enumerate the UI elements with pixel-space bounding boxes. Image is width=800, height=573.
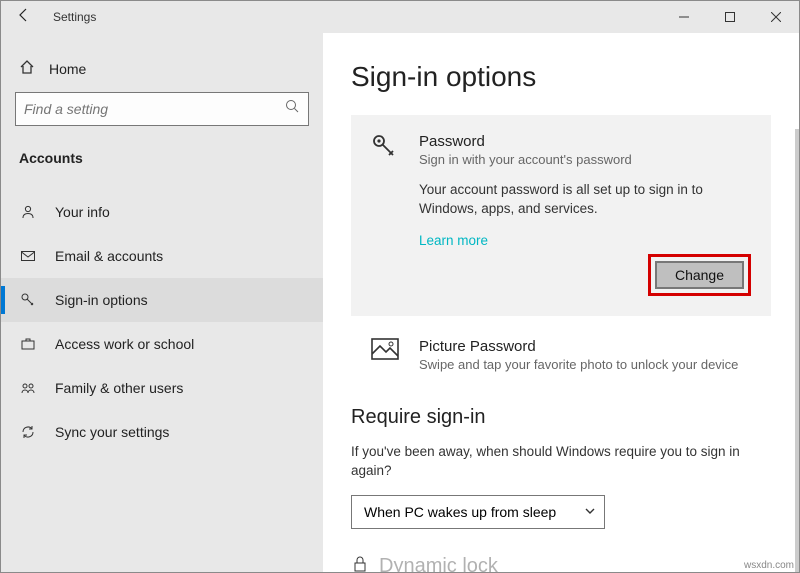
- search-input[interactable]: [24, 101, 285, 117]
- main-content: Sign-in options Password Sign in with yo…: [323, 33, 799, 572]
- window-title: Settings: [53, 10, 96, 24]
- nav-label: Sign-in options: [55, 292, 148, 308]
- key-icon: [371, 133, 399, 248]
- search-icon: [285, 99, 300, 119]
- section-label: Accounts: [15, 150, 309, 180]
- lock-icon: [351, 555, 369, 572]
- briefcase-icon: [19, 336, 37, 352]
- nav-label: Family & other users: [55, 380, 183, 396]
- home-label: Home: [49, 61, 86, 77]
- picture-password-card[interactable]: Picture Password Swipe and tap your favo…: [351, 328, 771, 384]
- password-subtitle: Sign in with your account's password: [419, 152, 751, 167]
- password-description: Your account password is all set up to s…: [419, 181, 751, 219]
- home-link[interactable]: Home: [15, 55, 309, 92]
- nav-access-work[interactable]: Access work or school: [1, 322, 323, 366]
- close-button[interactable]: [753, 1, 799, 33]
- watermark: wsxdn.com: [744, 560, 794, 571]
- people-icon: [19, 380, 37, 396]
- picture-icon: [371, 338, 399, 365]
- minimize-button[interactable]: [661, 1, 707, 33]
- scrollbar[interactable]: [795, 129, 799, 572]
- picture-title: Picture Password: [419, 338, 751, 355]
- key-icon: [19, 292, 37, 308]
- user-icon: [19, 204, 37, 220]
- nav-label: Access work or school: [55, 336, 194, 352]
- dynamic-lock-heading: Dynamic lock: [351, 555, 771, 572]
- settings-window: Settings Home Accounts: [0, 0, 800, 573]
- require-select[interactable]: When PC wakes up from sleep: [351, 495, 605, 529]
- nav-family-users[interactable]: Family & other users: [1, 366, 323, 410]
- nav-label: Your info: [55, 204, 110, 220]
- home-icon: [19, 59, 35, 78]
- search-box[interactable]: [15, 92, 309, 126]
- maximize-button[interactable]: [707, 1, 753, 33]
- change-button[interactable]: Change: [655, 261, 744, 289]
- page-title: Sign-in options: [351, 61, 771, 93]
- nav-label: Email & accounts: [55, 248, 163, 264]
- sidebar: Home Accounts Your info Email & accounts: [1, 33, 323, 572]
- require-text: If you've been away, when should Windows…: [351, 443, 771, 481]
- password-title: Password: [419, 133, 751, 150]
- sync-icon: [19, 424, 37, 440]
- picture-subtitle: Swipe and tap your favorite photo to unl…: [419, 357, 751, 372]
- mail-icon: [19, 248, 37, 264]
- require-selected: When PC wakes up from sleep: [364, 504, 556, 520]
- chevron-down-icon: [584, 504, 596, 520]
- nav-list: Your info Email & accounts Sign-in optio…: [1, 190, 323, 454]
- require-heading: Require sign-in: [351, 406, 771, 429]
- password-card[interactable]: Password Sign in with your account's pas…: [351, 115, 771, 316]
- back-button[interactable]: [1, 7, 47, 28]
- nav-sign-in-options[interactable]: Sign-in options: [1, 278, 323, 322]
- nav-sync-settings[interactable]: Sync your settings: [1, 410, 323, 454]
- learn-more-link[interactable]: Learn more: [419, 233, 751, 248]
- nav-your-info[interactable]: Your info: [1, 190, 323, 234]
- titlebar: Settings: [1, 1, 799, 33]
- nav-email-accounts[interactable]: Email & accounts: [1, 234, 323, 278]
- change-highlight: Change: [648, 254, 751, 296]
- nav-label: Sync your settings: [55, 424, 169, 440]
